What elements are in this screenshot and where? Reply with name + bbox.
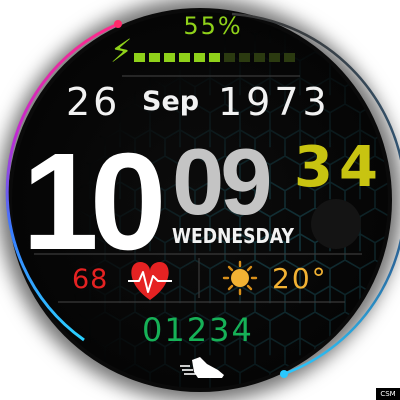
battery-segment-empty [239, 53, 250, 62]
weekday-label: WEDNESDAY [172, 224, 294, 248]
time-second: 34 [294, 135, 384, 200]
sun-icon [222, 260, 258, 296]
watch-screen: 55% ⚡ 26 Sep 1973 10 09 34 WEDNESDAY 68 … [0, 0, 400, 400]
temperature-value: 20° [272, 262, 328, 295]
heart-rate-value: 68 [72, 264, 109, 295]
battery-bar [134, 53, 295, 62]
battery-percentage: 55% [183, 12, 243, 40]
battery-segment-empty [269, 53, 280, 62]
battery-segment-filled [149, 53, 160, 62]
date-year: 1973 [218, 80, 331, 124]
time-minute: 09 [172, 129, 273, 234]
ring-marker-bottom [280, 370, 288, 378]
battery-segment-filled [209, 53, 220, 62]
lightning-bolt-icon: ⚡ [110, 32, 133, 70]
date-day: 26 [66, 80, 121, 124]
round-indicator-dot [311, 199, 361, 249]
time-hour: 10 [22, 125, 166, 279]
battery-segment-filled [134, 53, 145, 62]
battery-segment-filled [164, 53, 175, 62]
battery-segment-filled [179, 53, 190, 62]
battery-segment-empty [224, 53, 235, 62]
ring-marker-top [114, 20, 122, 28]
battery-segment-empty [284, 53, 295, 62]
watermark-label: CSM [376, 388, 400, 400]
step-count: 01234 [142, 311, 254, 349]
date-month: Sep [142, 86, 200, 117]
battery-segment-empty [254, 53, 265, 62]
battery-segment-filled [194, 53, 205, 62]
